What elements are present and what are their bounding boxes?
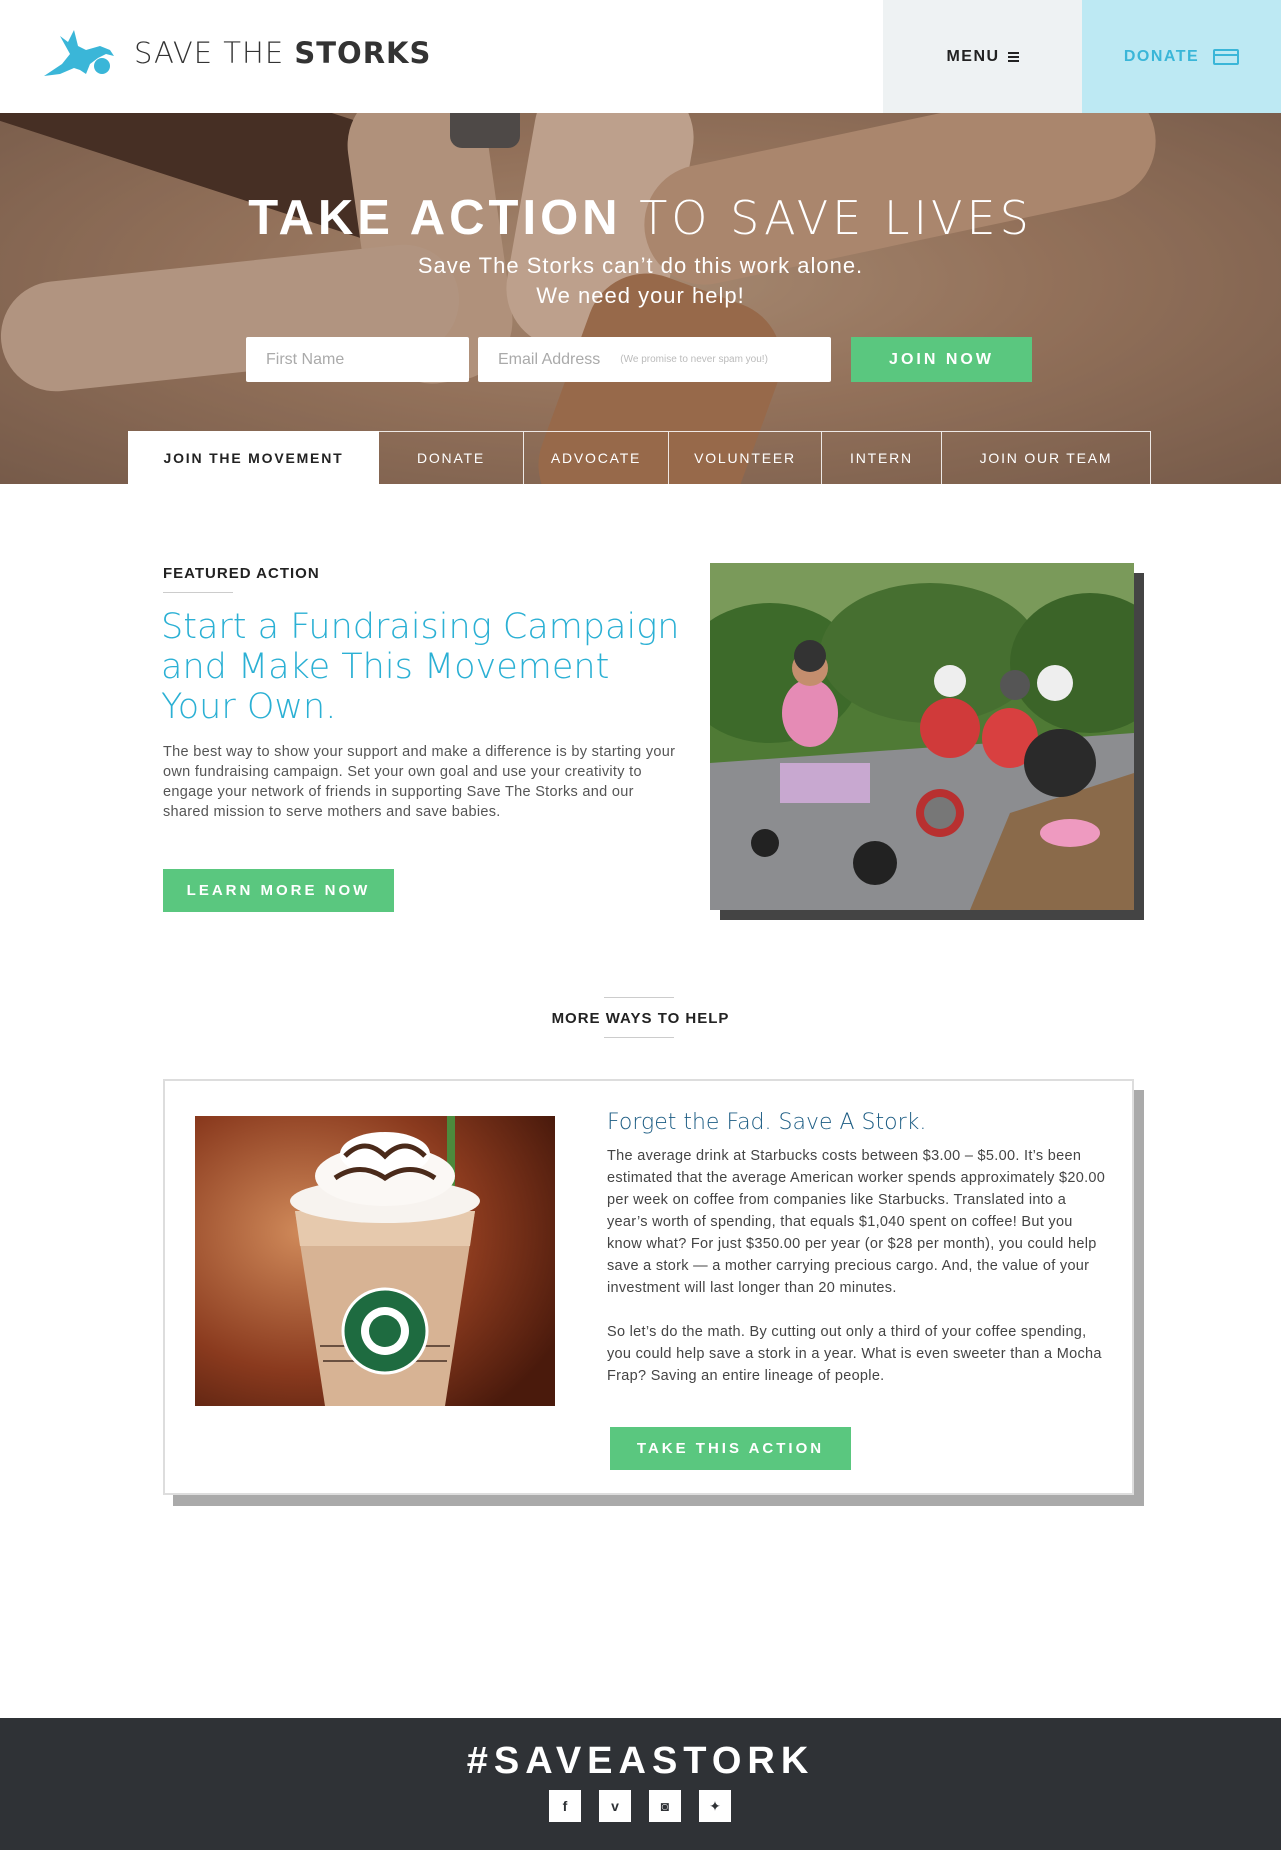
more-ways-divider-bottom [604,1037,674,1038]
learn-more-button[interactable]: LEARN MORE NOW [163,869,394,912]
site-logo[interactable]: SAVE THE STORKS [40,24,431,82]
tab-donate[interactable]: DONATE [379,431,524,484]
logo-text-bold: STORKS [294,36,432,70]
take-this-action-button[interactable]: TAKE THIS ACTION [610,1427,851,1470]
footer-hashtag: #SAVEASTORK [466,1740,815,1782]
featured-label: FEATURED ACTION [163,565,320,582]
facebook-icon[interactable]: f [549,1790,581,1822]
action-card-paragraph: The average drink at Starbucks costs bet… [607,1148,1106,1296]
tab-join-the-movement[interactable]: JOIN THE MOVEMENT [128,431,379,484]
logo-text-light: SAVE THE [134,36,285,70]
featured-divider [163,592,233,593]
tab-volunteer[interactable]: VOLUNTEER [669,431,822,484]
menu-button[interactable]: MENU [883,0,1082,113]
credit-card-icon [1213,48,1240,65]
menu-label: MENU [946,47,1000,65]
featured-photo [710,563,1134,910]
site-header: SAVE THE STORKS MENU DONATE [0,0,1281,113]
first-name-placeholder: First Name [266,350,345,368]
first-name-input[interactable]: First Name [246,337,469,382]
stork-logo-icon [44,30,114,76]
header-donate-button[interactable]: DONATE [1082,0,1281,113]
instagram-icon[interactable]: ◙ [649,1790,681,1822]
tab-join-our-team[interactable]: JOIN OUR TEAM [942,431,1151,484]
action-tabs: JOIN THE MOVEMENT DONATE ADVOCATE VOLUNT… [128,431,1151,484]
hero-subtitle-line: We need your help! [536,283,745,308]
donate-label: DONATE [1123,47,1200,65]
hero-title-light: TO SAVE LIVES [639,191,1033,245]
email-placeholder: Email Address [498,350,601,368]
action-card-title: Forget the Fad. Save A Stork. [607,1110,927,1135]
featured-title: Start a Fundraising Campaign and Make Th… [161,607,680,727]
more-ways-divider-top [604,997,674,998]
hero-title: TAKE ACTION TO SAVE LIVES [0,190,1281,246]
hero-subtitle: Save The Storks can’t do this work alone… [0,251,1281,311]
hero-title-bold: TAKE ACTION [248,191,622,245]
twitter-icon[interactable]: ✦ [699,1790,731,1822]
coffee-photo [195,1116,555,1406]
email-hint: (We promise to never spam you!) [620,354,768,365]
hero-subtitle-line: Save The Storks can’t do this work alone… [417,253,864,278]
hero-section: TAKE ACTION TO SAVE LIVES Save The Stork… [0,113,1281,484]
tab-intern[interactable]: INTERN [822,431,942,484]
more-ways-label: MORE WAYS TO HELP [551,1010,730,1027]
action-card-paragraph: So let’s do the math. By cutting out onl… [607,1324,1102,1384]
vimeo-icon[interactable]: v [599,1790,631,1822]
site-footer: #SAVEASTORK f v ◙ ✦ [0,1718,1281,1850]
featured-body: The best way to show your support and ma… [163,744,676,820]
email-input[interactable]: Email Address (We promise to never spam … [478,337,831,382]
action-card-body: The average drink at Starbucks costs bet… [607,1145,1107,1387]
join-now-button[interactable]: JOIN NOW [851,337,1032,382]
tab-advocate[interactable]: ADVOCATE [524,431,669,484]
hamburger-icon [1007,51,1019,62]
